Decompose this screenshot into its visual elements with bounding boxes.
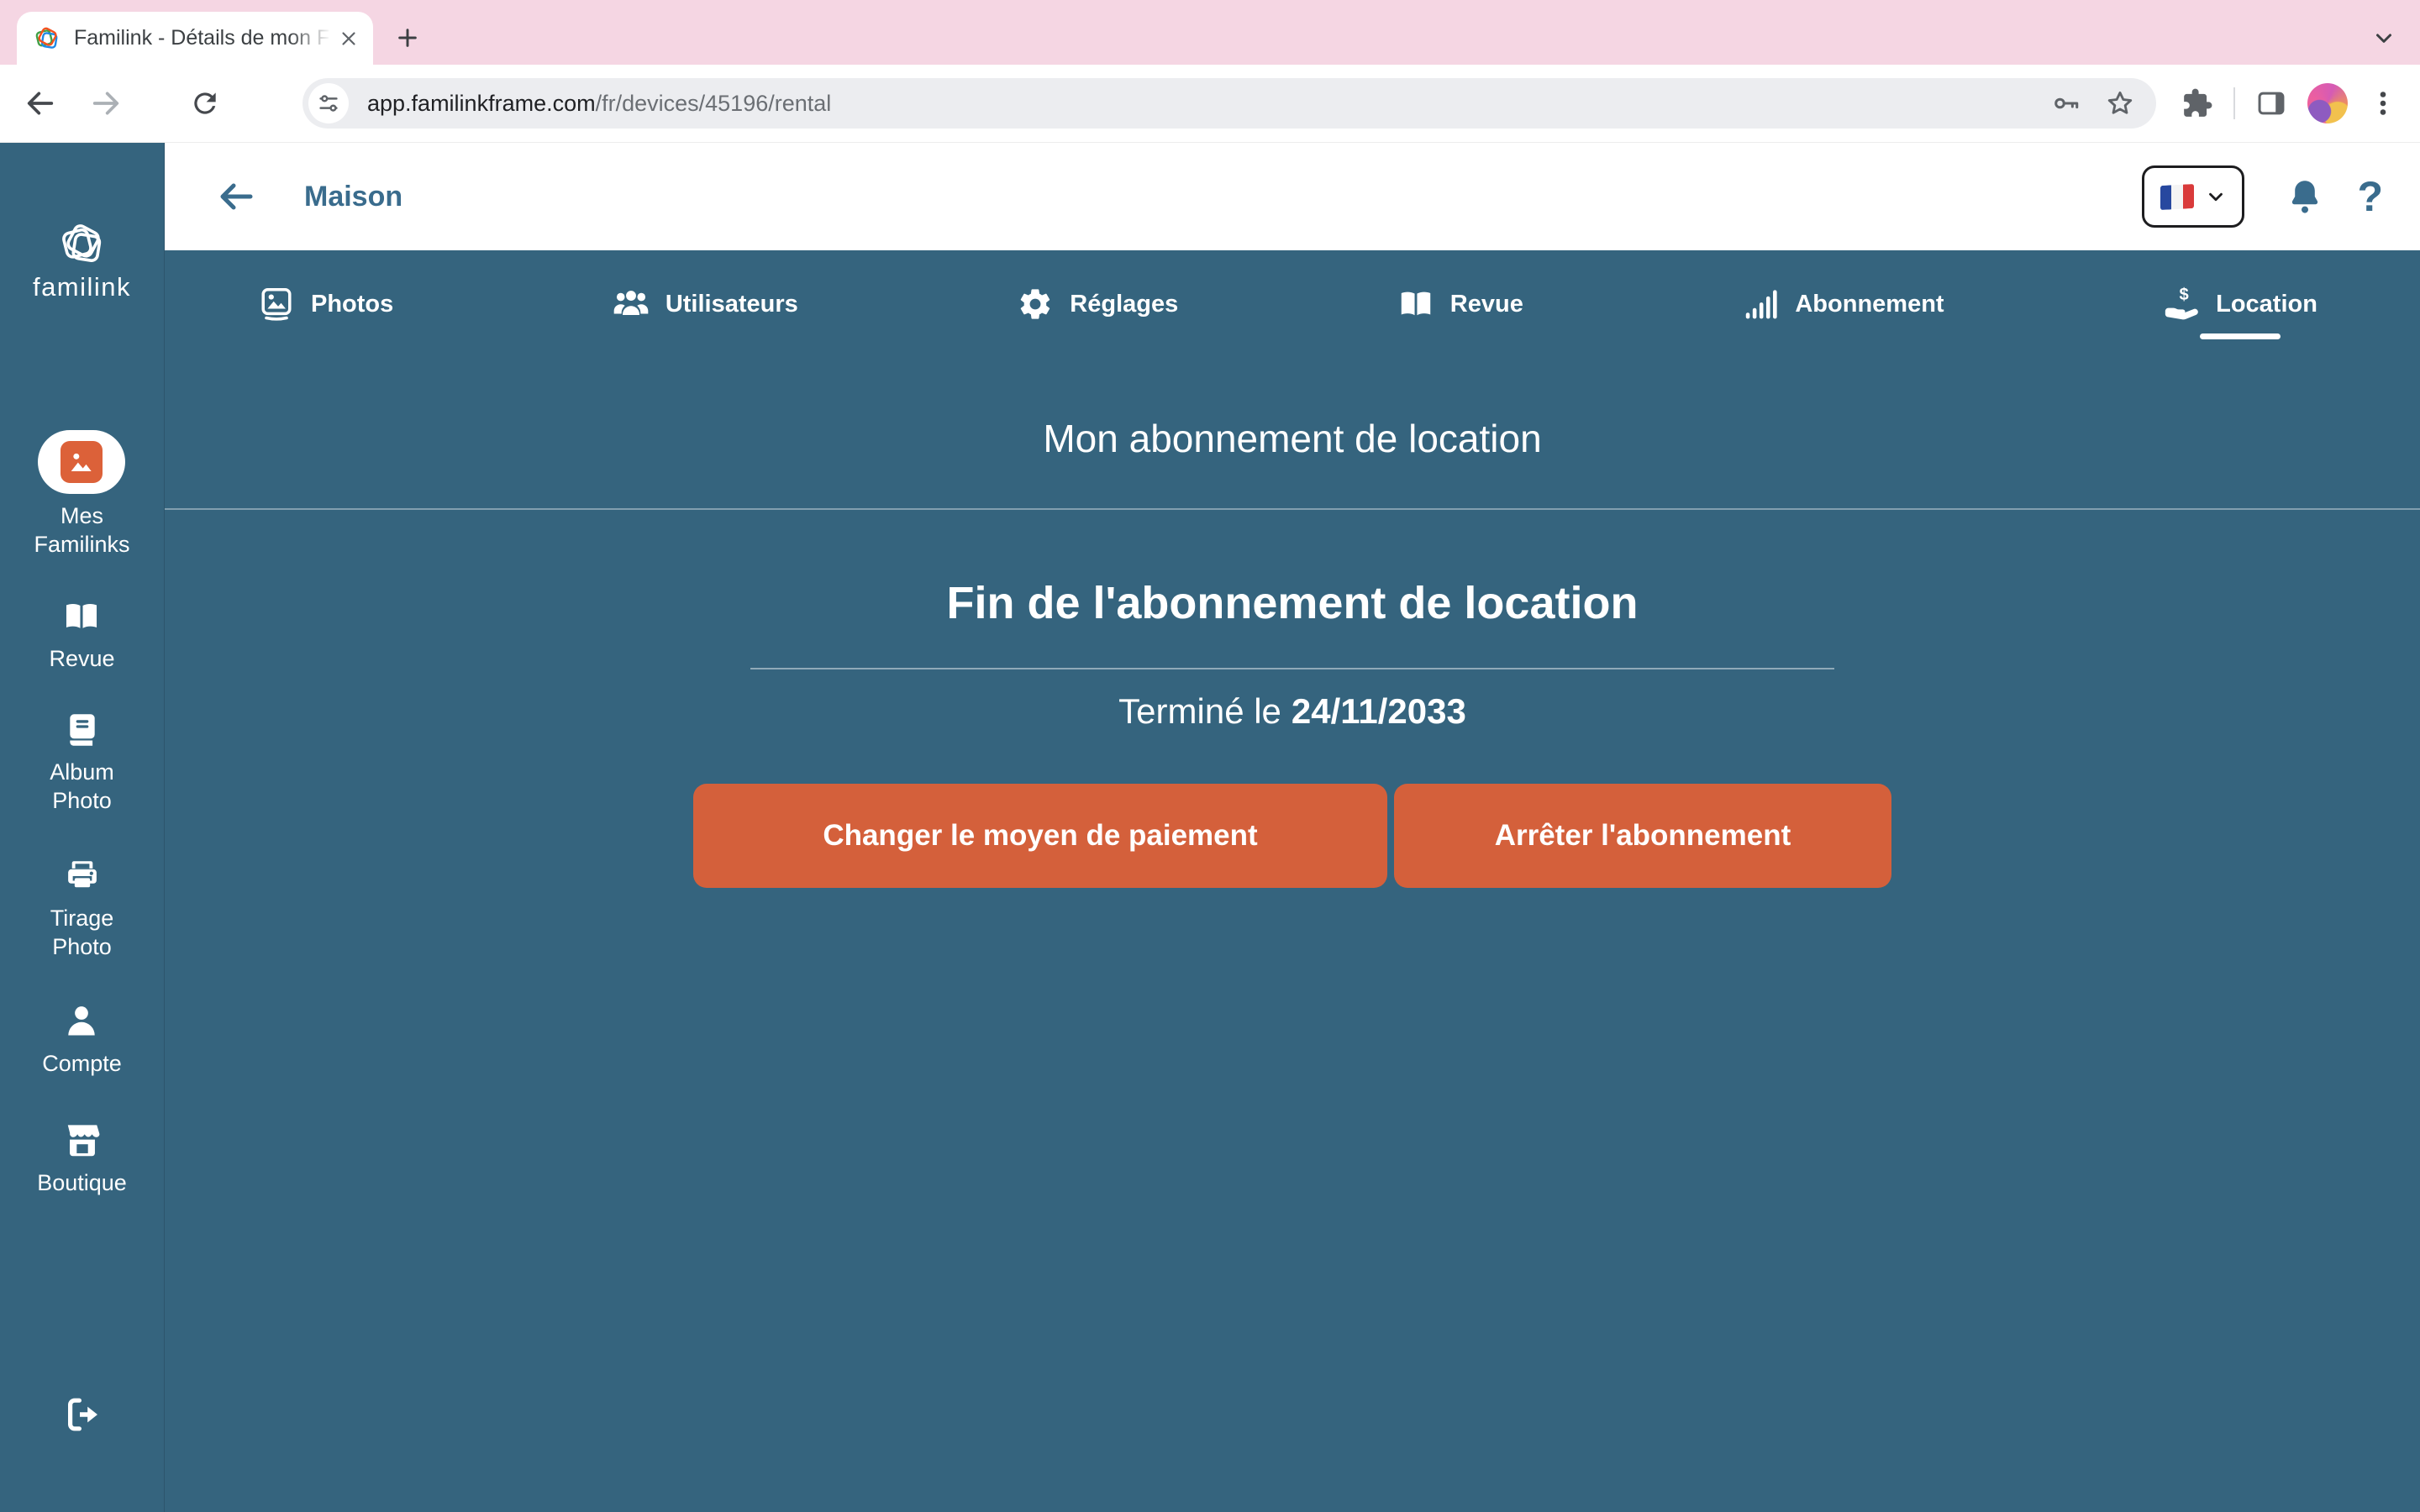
- sidebar-item-mes-familinks[interactable]: Mes Familinks: [34, 430, 129, 559]
- sidebar-item-album-photo[interactable]: Album Photo: [50, 710, 114, 816]
- url-bar[interactable]: app.familinkframe.com/fr/devices/45196/r…: [302, 78, 2156, 129]
- photo-frame-icon: [60, 441, 103, 483]
- app-header: Maison ?: [165, 143, 2420, 250]
- bookmark-star-icon[interactable]: [2104, 87, 2136, 119]
- sign-out-icon: [62, 1394, 103, 1435]
- help-button[interactable]: ?: [2357, 172, 2383, 221]
- browser-toolbar: app.familinkframe.com/fr/devices/45196/r…: [0, 65, 2420, 143]
- site-controls-icon[interactable]: [308, 83, 349, 123]
- side-panel-icon[interactable]: [2255, 87, 2287, 119]
- tab-list-chevron-icon[interactable]: [2365, 18, 2403, 57]
- extensions-puzzle-icon[interactable]: [2181, 87, 2213, 119]
- familink-favicon-icon: [34, 25, 60, 52]
- stop-subscription-button[interactable]: Arrêter l'abonnement: [1394, 784, 1891, 888]
- sidebar-item-label: Revue: [49, 645, 114, 674]
- french-flag-icon: [2160, 183, 2194, 209]
- sidebar-item-tirage-photo[interactable]: Tirage Photo: [50, 856, 114, 962]
- toolbar-separator: [2233, 87, 2235, 119]
- language-selector[interactable]: [2142, 165, 2244, 228]
- browser-menu-kebab-icon[interactable]: [2368, 88, 2398, 118]
- sidebar: familink Mes Familinks Revue: [0, 143, 165, 1512]
- url-path: /fr/devices/45196/rental: [596, 91, 832, 116]
- active-pill: [38, 430, 125, 494]
- familink-app: familink Mes Familinks Revue: [0, 143, 2420, 1512]
- tab-label: Revue: [1450, 291, 1523, 318]
- open-book-icon: [61, 596, 102, 637]
- tab-reglages[interactable]: Réglages: [1016, 279, 1178, 329]
- section-title: Fin de l'abonnement de location: [165, 577, 2420, 629]
- sidebar-item-compte[interactable]: Compte: [42, 1001, 122, 1079]
- browser-tab-strip: Familink - Détails de mon Fam: [0, 0, 2420, 65]
- tab-close-icon[interactable]: [336, 26, 361, 51]
- familink-logo: familink: [33, 220, 131, 302]
- tab-label: Abonnement: [1795, 291, 1944, 318]
- photos-icon: [257, 285, 296, 323]
- main-panel: Maison ?: [165, 143, 2420, 1512]
- status-date: 24/11/2033: [1292, 691, 1466, 731]
- tab-photos[interactable]: Photos: [257, 279, 393, 329]
- gear-icon: [1016, 285, 1055, 323]
- page-title: Mon abonnement de location: [165, 416, 2420, 461]
- familink-frames-icon: [58, 220, 107, 269]
- url-text: app.familinkframe.com/fr/devices/45196/r…: [367, 91, 831, 117]
- storefront-icon: [62, 1121, 103, 1161]
- subscription-end-status: Terminé le 24/11/2033: [165, 691, 2420, 732]
- tab-label: Location: [2216, 291, 2317, 318]
- notifications-bell-icon[interactable]: [2285, 176, 2325, 217]
- profile-avatar[interactable]: [2307, 83, 2348, 123]
- logo-wordmark: familink: [33, 272, 131, 302]
- user-icon: [61, 1001, 102, 1042]
- url-domain: app.familinkframe.com: [367, 91, 596, 116]
- reload-button[interactable]: [182, 80, 229, 127]
- sidebar-item-boutique[interactable]: Boutique: [37, 1121, 127, 1198]
- tab-abonnement[interactable]: Abonnement: [1741, 279, 1944, 329]
- change-payment-method-button[interactable]: Changer le moyen de paiement: [693, 784, 1387, 888]
- sidebar-item-label: Boutique: [37, 1169, 127, 1198]
- sidebar-item-label: Album Photo: [50, 759, 114, 816]
- hand-dollar-icon: $: [2162, 285, 2201, 323]
- back-button[interactable]: [17, 80, 64, 127]
- logout-button[interactable]: [62, 1394, 103, 1435]
- action-buttons: Changer le moyen de paiement Arrêter l'a…: [165, 784, 2420, 888]
- rental-page: Photos Utilisateurs: [165, 250, 2420, 1512]
- tab-label: Utilisateurs: [666, 291, 798, 318]
- printer-icon: [62, 856, 103, 896]
- password-key-icon[interactable]: [2050, 87, 2082, 119]
- users-icon: [612, 285, 650, 323]
- tab-location[interactable]: $ Location: [2162, 279, 2317, 329]
- tab-revue[interactable]: Revue: [1397, 279, 1523, 329]
- new-tab-button[interactable]: [388, 18, 427, 57]
- divider: [165, 508, 2420, 510]
- divider: [750, 668, 1834, 669]
- sidebar-item-label: Tirage Photo: [50, 905, 114, 962]
- tab-label: Photos: [311, 291, 393, 318]
- tab-label: Réglages: [1070, 291, 1178, 318]
- device-title: Maison: [304, 181, 402, 213]
- svg-text:$: $: [2180, 286, 2189, 304]
- album-book-icon: [62, 710, 103, 750]
- browser-window: Familink - Détails de mon Fam: [0, 0, 2420, 1512]
- tab-utilisateurs[interactable]: Utilisateurs: [612, 279, 798, 329]
- sidebar-item-revue[interactable]: Revue: [49, 596, 114, 674]
- chevron-down-icon: [2205, 186, 2227, 207]
- sidebar-item-label: Mes Familinks: [34, 502, 129, 559]
- forward-button[interactable]: [82, 80, 129, 127]
- open-book-icon: [1397, 285, 1435, 323]
- back-arrow-icon[interactable]: [213, 175, 257, 218]
- sidebar-item-label: Compte: [42, 1050, 122, 1079]
- browser-tab[interactable]: Familink - Détails de mon Fam: [17, 12, 373, 65]
- status-prefix: Terminé le: [1118, 691, 1281, 731]
- tab-title: Familink - Détails de mon Fam: [74, 26, 336, 50]
- device-tabs: Photos Utilisateurs: [165, 279, 2420, 329]
- bar-chart-icon: [1741, 285, 1780, 323]
